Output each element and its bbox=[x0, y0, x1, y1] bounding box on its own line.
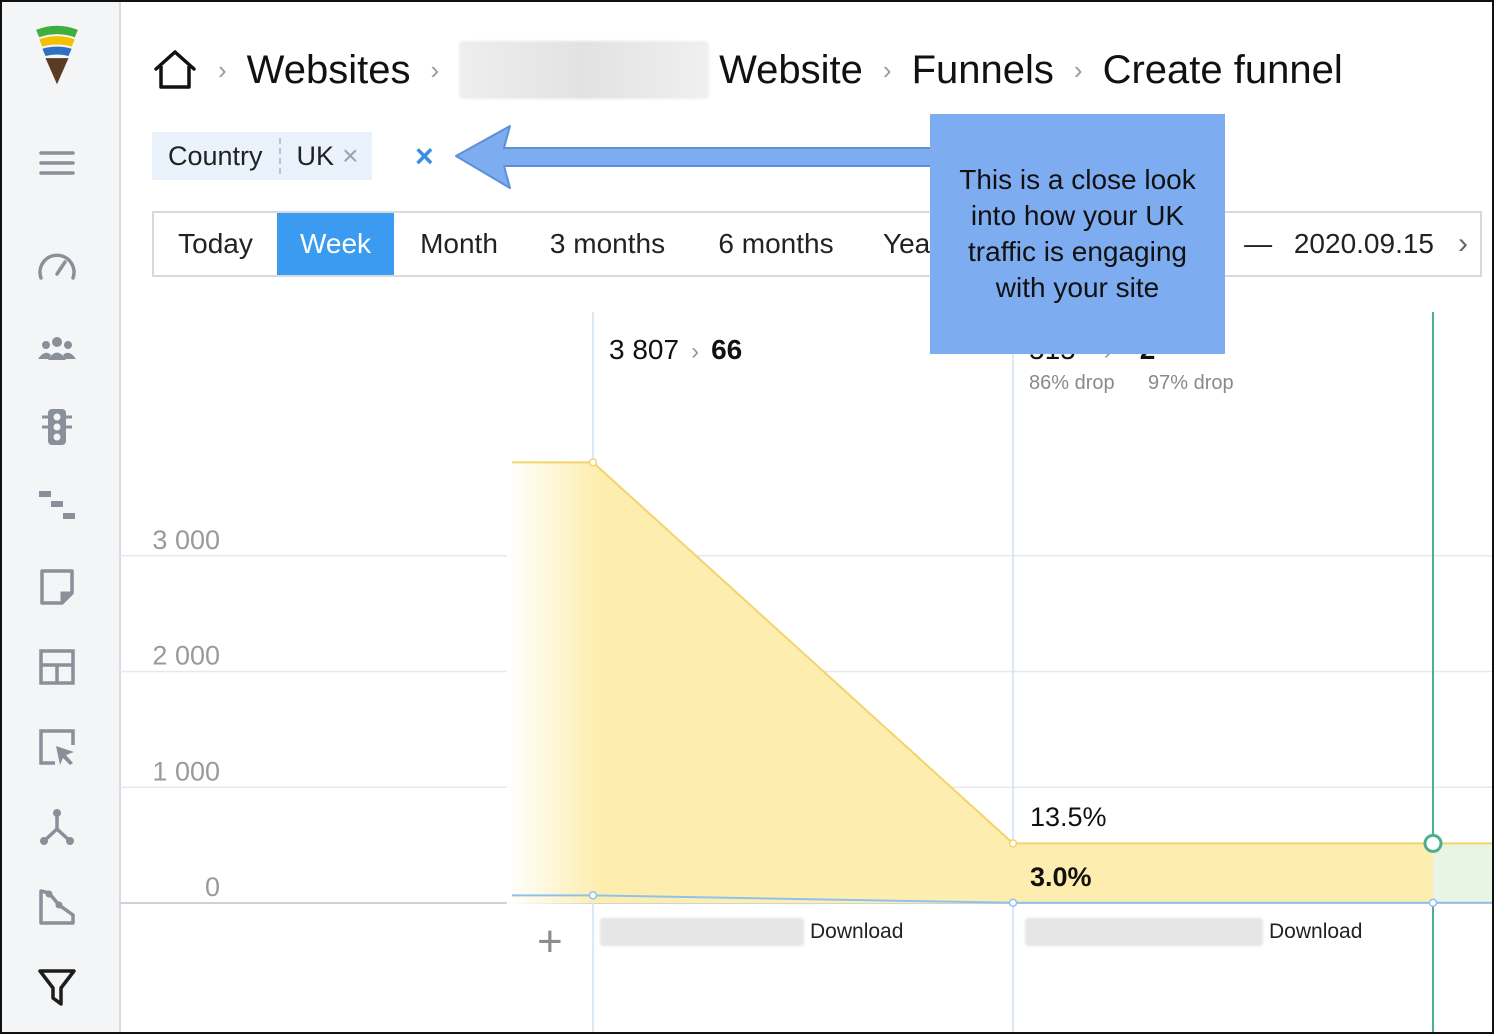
step2-converted-drop: 97% drop bbox=[1148, 372, 1234, 394]
redacted-step-name bbox=[1025, 918, 1263, 946]
step2-label-text: Download bbox=[1269, 920, 1363, 943]
y-tick-label: 0 bbox=[205, 872, 220, 902]
step2-converted-conversion: 3.0% bbox=[1030, 862, 1092, 892]
step2-total-conversion: 13.5% bbox=[1030, 802, 1107, 832]
converted-point bbox=[1008, 898, 1018, 908]
y-tick-label: 1 000 bbox=[152, 756, 220, 786]
step2-total-drop: 86% drop bbox=[1029, 372, 1115, 394]
goal-point-marker bbox=[1423, 833, 1443, 853]
goal-area bbox=[1433, 843, 1492, 903]
y-axis-ticks: 0 1 000 2 000 3 000 bbox=[152, 525, 220, 902]
y-tick-label: 3 000 bbox=[152, 525, 220, 555]
step1-label-text: Download bbox=[810, 920, 904, 943]
chart-areas bbox=[512, 462, 1492, 903]
app-window: › Websites › Website › Funnels › Create … bbox=[0, 0, 1494, 1034]
converted-point bbox=[1428, 898, 1438, 908]
y-tick-label: 2 000 bbox=[152, 641, 220, 671]
total-point bbox=[588, 458, 598, 467]
step2-label[interactable]: Download bbox=[1025, 917, 1362, 947]
total-point bbox=[1008, 839, 1018, 848]
step1-converted: 66 bbox=[711, 334, 743, 365]
callout-text: This is a close look into how your UK tr… bbox=[959, 164, 1196, 303]
step1-total: 3 807 bbox=[609, 334, 680, 365]
funnel-chart: 0 1 000 2 000 3 000 bbox=[119, 312, 1492, 1032]
chevron-right-icon: › bbox=[691, 338, 700, 365]
area-fade-overlay bbox=[507, 442, 597, 912]
step1-stats: 3 807 › 66 bbox=[609, 334, 742, 366]
add-step-icon[interactable]: + bbox=[537, 920, 563, 964]
total-area bbox=[512, 462, 1433, 903]
annotation-callout: This is a close look into how your UK tr… bbox=[930, 114, 1225, 354]
redacted-step-name bbox=[600, 918, 804, 946]
step1-label[interactable]: Download bbox=[600, 917, 903, 947]
converted-point bbox=[588, 891, 598, 900]
